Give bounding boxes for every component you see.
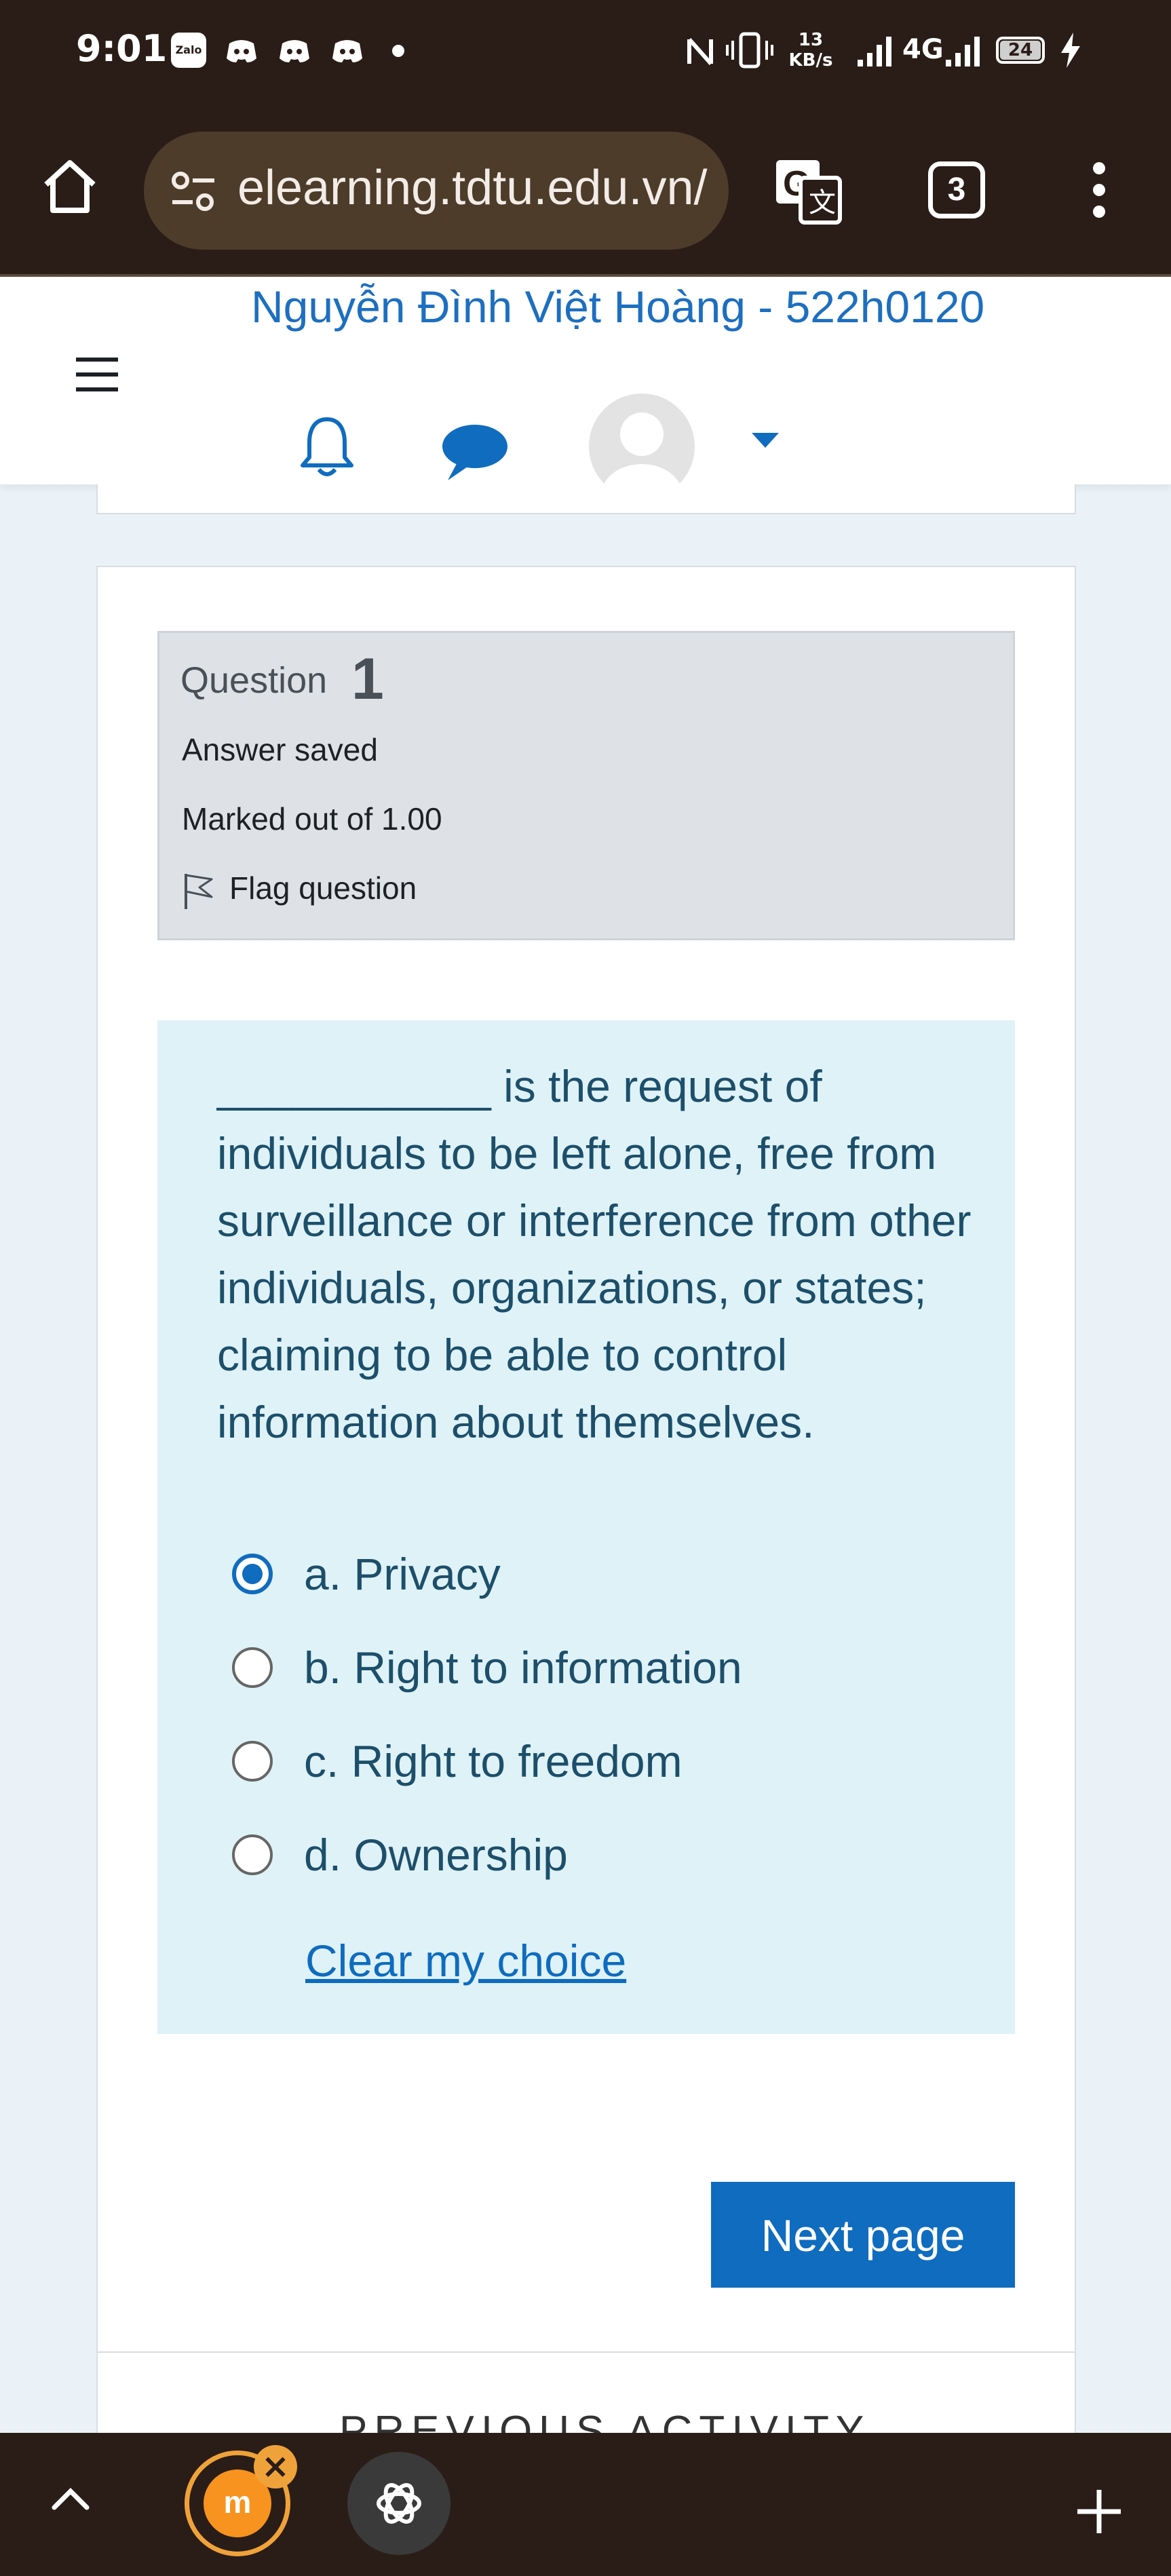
network-type: 4G [902, 34, 944, 65]
radio-a[interactable] [232, 1554, 273, 1594]
battery-level: 24 [1000, 41, 1041, 60]
next-page-button[interactable]: Next page [711, 2182, 1015, 2288]
chat-icon[interactable] [438, 421, 509, 486]
signal-icon [944, 34, 984, 71]
discord-icon [330, 33, 365, 68]
flag-icon[interactable] [182, 871, 216, 913]
question-label: Question [180, 660, 328, 701]
tabs-icon[interactable]: 3 [928, 161, 985, 218]
close-icon[interactable]: × [254, 2445, 297, 2488]
chevron-down-icon[interactable] [750, 431, 780, 452]
discord-icon [277, 33, 312, 68]
status-time: 9:01 [76, 27, 168, 70]
radio-b[interactable] [232, 1647, 273, 1688]
charging-icon [1058, 31, 1083, 72]
net-speed-unit: KB/s [788, 50, 833, 71]
option-d[interactable]: d. Ownership [217, 1818, 963, 1886]
flag-question-link[interactable]: Flag question [229, 870, 417, 906]
chatgpt-icon [377, 2483, 421, 2524]
question-number: 1 [351, 647, 384, 712]
question-grade: Marked out of 1.00 [182, 801, 442, 837]
more-icon[interactable] [1084, 160, 1114, 223]
translate-icon[interactable]: G文 [773, 157, 843, 225]
menu-icon[interactable] [73, 355, 121, 396]
option-c[interactable]: c. Right to freedom [217, 1725, 963, 1792]
question-text: ___________ is the request of individual… [217, 1061, 972, 1447]
chatgpt-bubble[interactable] [347, 2452, 450, 2555]
option-label[interactable]: d. Ownership [304, 1829, 568, 1881]
net-speed: 13 KB/s [787, 30, 834, 71]
radio-c[interactable] [232, 1741, 273, 1782]
zalo-icon: Zalo [171, 33, 206, 68]
plus-icon[interactable] [1075, 2487, 1124, 2539]
bell-icon[interactable] [299, 414, 356, 482]
discord-icon [224, 33, 259, 68]
question-state: Answer saved [182, 732, 378, 767]
net-speed-value: 13 [798, 30, 824, 50]
option-label[interactable]: a. Privacy [304, 1548, 501, 1600]
user-name: Nguyễn Đình Việt Hoàng - 522h0120 [251, 282, 985, 332]
radio-d[interactable] [232, 1834, 273, 1875]
option-a[interactable]: a. Privacy [217, 1537, 963, 1605]
option-b[interactable]: b. Right to information [217, 1631, 963, 1699]
previous-section-card [96, 484, 1076, 514]
svg-text:文: 文 [809, 187, 836, 218]
avatar[interactable] [589, 393, 695, 499]
chevron-up-icon[interactable] [49, 2483, 92, 2516]
home-icon[interactable] [41, 157, 99, 217]
dot-icon [392, 45, 404, 57]
vibrate-icon [726, 31, 773, 72]
bottom-bar [0, 2433, 1171, 2576]
clear-choice-link[interactable]: Clear my choice [305, 1935, 626, 1986]
option-label[interactable]: c. Right to freedom [304, 1735, 683, 1787]
signal-icon [856, 34, 896, 71]
nfc-icon [685, 34, 715, 77]
site-settings-icon[interactable] [170, 170, 217, 217]
option-label[interactable]: b. Right to information [304, 1642, 742, 1693]
section-divider [96, 2351, 1076, 2353]
url-text[interactable]: elearning.tdtu.edu.vn/ [237, 160, 708, 216]
